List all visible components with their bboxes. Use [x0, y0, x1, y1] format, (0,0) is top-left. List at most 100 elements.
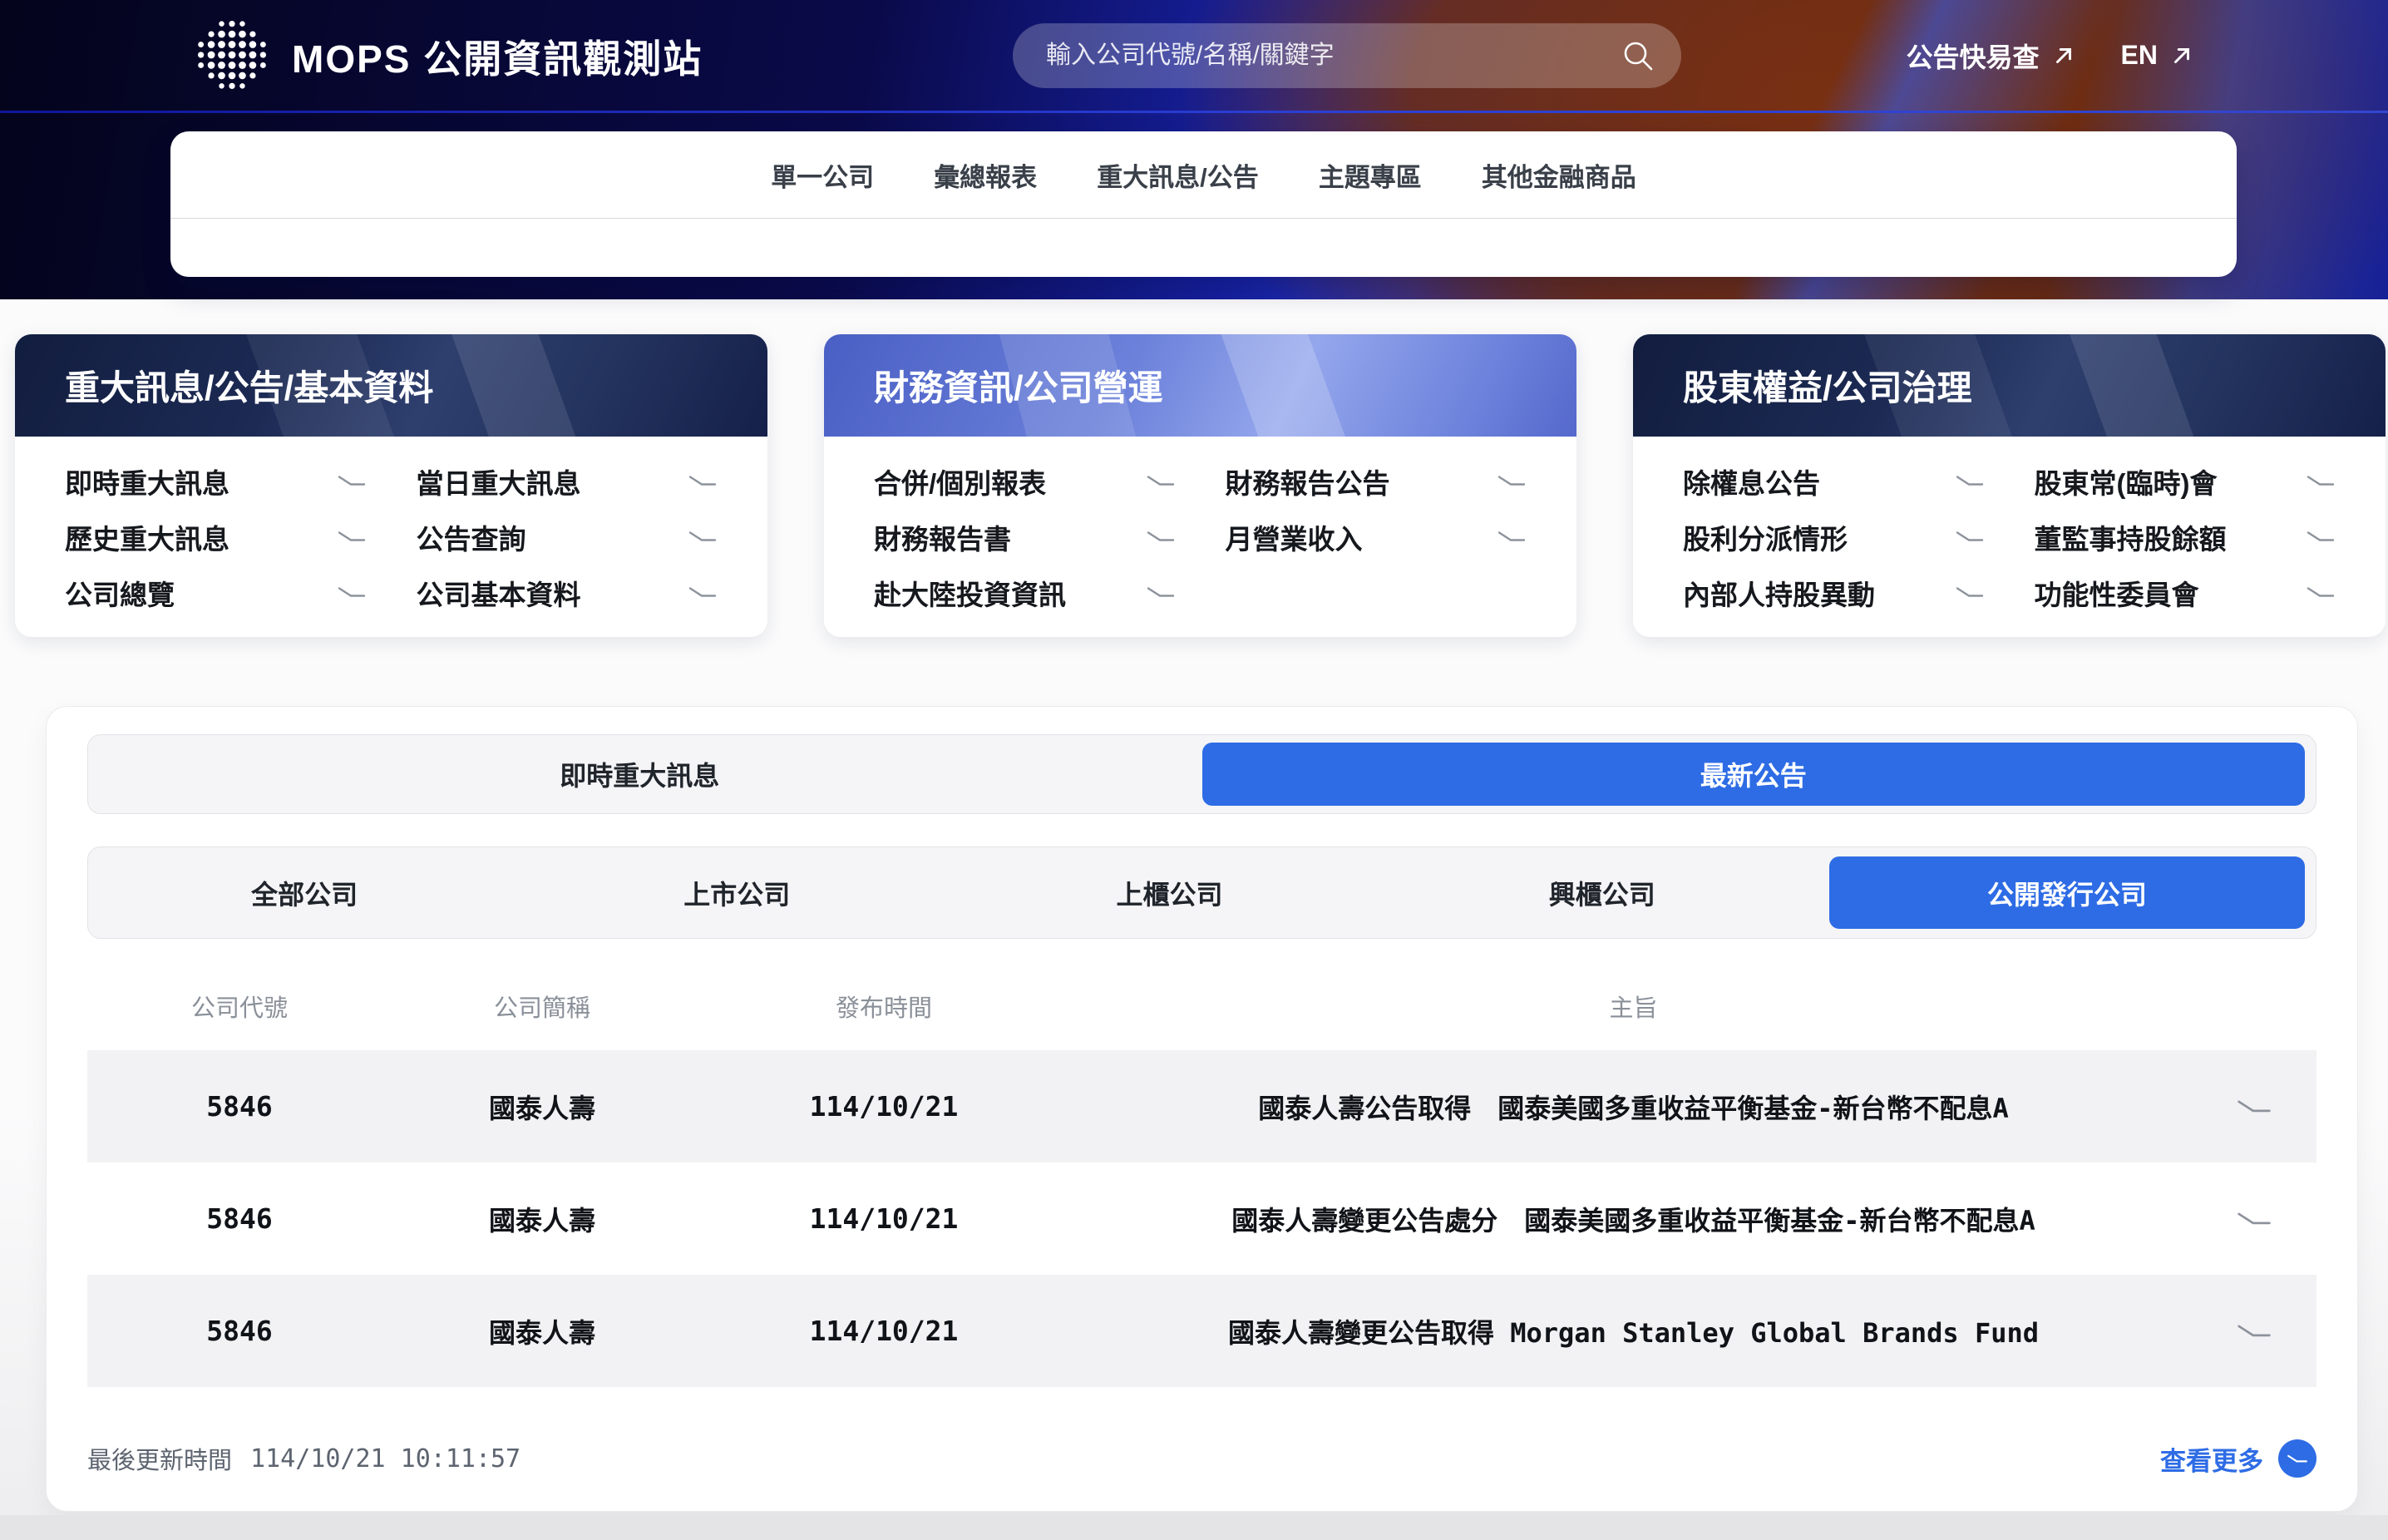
arrow-right-slant-icon: [1146, 585, 1176, 600]
search-input[interactable]: [1044, 41, 1620, 71]
last-updated-label: 最後更新時間: [87, 1441, 232, 1476]
announcement-rows: 5846 國泰人壽 114/10/21 國泰人壽公告取得 國泰美國多重收益平衡基…: [87, 1050, 2316, 1387]
col-header-subject: 主旨: [1075, 989, 2192, 1024]
main-nav: 單一公司 彙總報表 重大訊息/公告 主題專區 其他金融商品: [170, 131, 2237, 277]
nav-item[interactable]: 主題專區: [1319, 156, 1422, 194]
arrow-right-slant-icon: [2306, 585, 2336, 600]
card-link[interactable]: 功能性委員會: [2035, 565, 2336, 620]
card-link[interactable]: 內部人持股異動: [1683, 565, 1985, 620]
card-link[interactable]: 公司總覽: [65, 565, 367, 620]
arrow-right-slant-icon: [1955, 530, 1985, 544]
company-filter[interactable]: 興櫃公司: [1386, 847, 1818, 938]
card-title: 股東權益/公司治理: [1683, 360, 1972, 411]
nav-item[interactable]: 重大訊息/公告: [1097, 156, 1259, 194]
card-link[interactable]: 財務報告公告: [1226, 453, 1527, 509]
search-icon[interactable]: [1620, 37, 1656, 74]
card-financial-info: 財務資訊/公司營運 合併/個別報表 財務報告公告 財務報告書 月營業收入 赴大陸…: [824, 334, 1576, 637]
panel-tab[interactable]: 最新公告: [1202, 743, 2306, 806]
card-link[interactable]: 歷史重大訊息: [65, 509, 367, 565]
card-link[interactable]: 公告查詢: [417, 509, 718, 565]
card-link[interactable]: 董監事持股餘額: [2035, 509, 2336, 565]
arrow-right-slant-icon: [1497, 530, 1527, 544]
card-link[interactable]: 即時重大訊息: [65, 453, 367, 509]
col-header-date: 發布時間: [693, 989, 1075, 1024]
table-row[interactable]: 5846 國泰人壽 114/10/21 國泰人壽變更公告處分 國泰美國多重收益平…: [87, 1162, 2316, 1275]
arrow-right-slant-icon: [688, 585, 718, 600]
cell-company-name: 國泰人壽: [392, 1200, 693, 1238]
quick-search-link[interactable]: 公告快易查: [1907, 37, 2076, 75]
card-header: 股東權益/公司治理: [1633, 334, 2386, 437]
company-filter[interactable]: 上市公司: [521, 847, 953, 938]
card-link[interactable]: 財務報告書: [874, 509, 1176, 565]
table-row[interactable]: 5846 國泰人壽 114/10/21 國泰人壽變更公告取得 Morgan St…: [87, 1275, 2316, 1387]
top-links: 公告快易查 EN: [1907, 0, 2194, 111]
site-logo[interactable]: MOPS 公開資訊觀測站: [194, 18, 703, 95]
nav-submenu-row: [170, 219, 2237, 277]
arrow-right-slant-icon: [1955, 585, 1985, 600]
row-arrow-icon[interactable]: [2192, 1098, 2316, 1115]
cell-publish-date: 114/10/21: [693, 1315, 1075, 1347]
panel-tab[interactable]: 即時重大訊息: [88, 735, 1192, 813]
view-more-arrow-icon: [2278, 1439, 2316, 1478]
company-filter[interactable]: 公開發行公司: [1829, 856, 2305, 929]
arrow-right-slant-icon: [2306, 474, 2336, 488]
card-link[interactable]: 月營業收入: [1226, 509, 1527, 565]
hero-divider: [0, 111, 2388, 113]
cell-subject: 國泰人壽變更公告處分 國泰美國多重收益平衡基金-新台幣不配息A: [1075, 1200, 2192, 1238]
logo-dots-icon: [194, 17, 270, 97]
card-shareholder-rights: 股東權益/公司治理 除權息公告 股東常(臨時)會 股利分派情形 董監事持股餘額 …: [1633, 334, 2386, 637]
last-updated-value: 114/10/21 10:11:57: [250, 1444, 521, 1473]
external-link-icon: [2051, 43, 2076, 68]
external-link-icon: [2169, 43, 2194, 68]
card-link[interactable]: 當日重大訊息: [417, 453, 718, 509]
arrow-right-slant-icon: [337, 530, 367, 544]
card-link[interactable]: 除權息公告: [1683, 453, 1985, 509]
arrow-right-slant-icon: [1146, 474, 1176, 488]
language-label: EN: [2121, 40, 2158, 71]
arrow-right-slant-icon: [1146, 530, 1176, 544]
site-title: MOPS 公開資訊觀測站: [292, 29, 703, 84]
arrow-right-slant-icon: [337, 585, 367, 600]
language-link[interactable]: EN: [2121, 40, 2194, 71]
last-updated: 最後更新時間 114/10/21 10:11:57: [87, 1441, 521, 1476]
card-link[interactable]: 股東常(臨時)會: [2035, 453, 2336, 509]
arrow-right-slant-icon: [337, 474, 367, 488]
card-link[interactable]: 赴大陸投資資訊: [874, 565, 1176, 620]
cell-company-name: 國泰人壽: [392, 1088, 693, 1126]
announcements-panel: 即時重大訊息 最新公告 全部公司 上市公司 上櫃公司 興櫃公司 公開發行公司 公…: [46, 706, 2358, 1512]
page-bottom-strip: [0, 1515, 2388, 1540]
card-link[interactable]: 股利分派情形: [1683, 509, 1985, 565]
col-header-name: 公司簡稱: [392, 989, 693, 1024]
nav-item[interactable]: 單一公司: [771, 156, 874, 194]
table-row[interactable]: 5846 國泰人壽 114/10/21 國泰人壽公告取得 國泰美國多重收益平衡基…: [87, 1050, 2316, 1162]
nav-item[interactable]: 彙總報表: [934, 156, 1037, 194]
card-header: 財務資訊/公司營運: [824, 334, 1576, 437]
company-filter[interactable]: 全部公司: [88, 847, 521, 938]
nav-links-row: 單一公司 彙總報表 重大訊息/公告 主題專區 其他金融商品: [170, 131, 2237, 219]
table-header: 公司代號 公司簡稱 發布時間 主旨: [87, 982, 2316, 1030]
nav-item[interactable]: 其他金融商品: [1482, 156, 1636, 194]
row-arrow-icon[interactable]: [2192, 1323, 2316, 1340]
company-filter[interactable]: 上櫃公司: [953, 847, 1385, 938]
card-items: 即時重大訊息 當日重大訊息 歷史重大訊息 公告查詢 公司總覽 公司基本資料: [15, 437, 767, 620]
panel-footer: 最後更新時間 114/10/21 10:11:57 查看更多: [87, 1434, 2316, 1483]
cell-subject: 國泰人壽變更公告取得 Morgan Stanley Global Brands …: [1075, 1312, 2192, 1350]
card-major-news: 重大訊息/公告/基本資料 即時重大訊息 當日重大訊息 歷史重大訊息 公告查詢 公…: [15, 334, 767, 637]
company-filters: 全部公司 上市公司 上櫃公司 興櫃公司 公開發行公司: [87, 847, 2316, 939]
card-header: 重大訊息/公告/基本資料: [15, 334, 767, 437]
feature-cards: 重大訊息/公告/基本資料 即時重大訊息 當日重大訊息 歷史重大訊息 公告查詢 公…: [15, 334, 2386, 637]
card-link[interactable]: 公司基本資料: [417, 565, 718, 620]
col-header-code: 公司代號: [87, 989, 392, 1024]
cell-company-code: 5846: [87, 1202, 392, 1235]
cell-publish-date: 114/10/21: [693, 1090, 1075, 1123]
search-bar[interactable]: [1013, 23, 1681, 88]
quick-search-label: 公告快易查: [1907, 37, 2040, 75]
cell-company-name: 國泰人壽: [392, 1312, 693, 1350]
card-items: 除權息公告 股東常(臨時)會 股利分派情形 董監事持股餘額 內部人持股異動 功能…: [1633, 437, 2386, 620]
card-title: 財務資訊/公司營運: [874, 360, 1163, 411]
arrow-right-slant-icon: [688, 530, 718, 544]
card-link[interactable]: 合併/個別報表: [874, 453, 1176, 509]
panel-tabs: 即時重大訊息 最新公告: [87, 734, 2316, 814]
view-more-button[interactable]: 查看更多: [2160, 1439, 2316, 1478]
row-arrow-icon[interactable]: [2192, 1211, 2316, 1227]
